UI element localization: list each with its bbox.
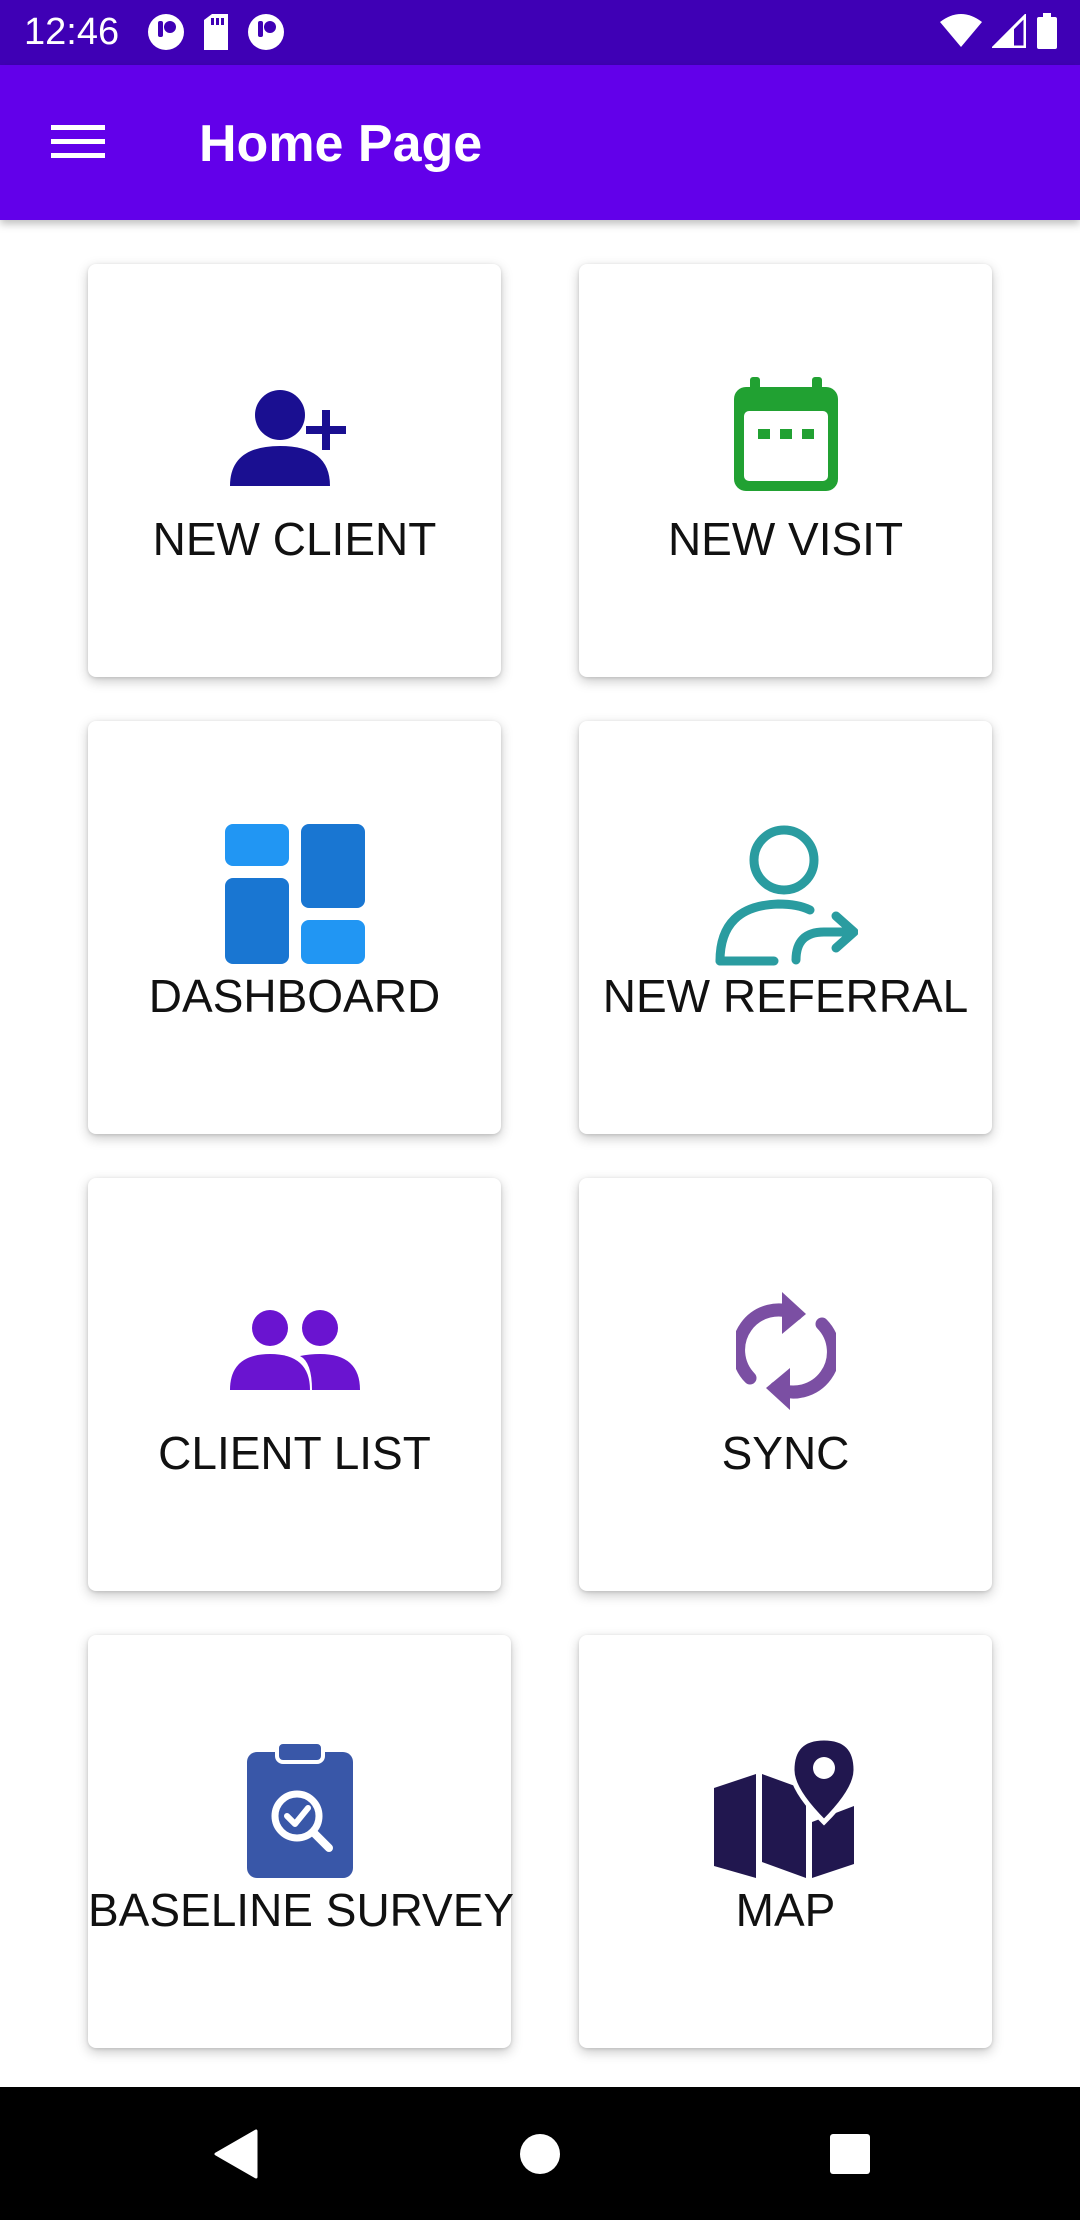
- client-list-tile[interactable]: CLIENT LIST: [88, 1178, 501, 1591]
- tile-label: CLIENT LIST: [158, 1427, 431, 1479]
- battery-icon: [1036, 13, 1058, 54]
- hamburger-menu-button[interactable]: [38, 113, 118, 173]
- baseline-survey-tile[interactable]: BASELINE SURVEY: [88, 1635, 515, 2048]
- clipboard-search-icon: [246, 1738, 353, 1878]
- status-notification-icons: [146, 12, 286, 57]
- new-client-tile[interactable]: NEW CLIENT: [88, 264, 501, 677]
- home-icon: [518, 2132, 562, 2181]
- notification-app-icon: [146, 12, 186, 57]
- wifi-icon: [940, 14, 982, 53]
- new-visit-tile[interactable]: NEW VISIT: [579, 264, 992, 677]
- hamburger-menu-icon: [51, 121, 105, 166]
- map-pin-icon: [713, 1738, 858, 1878]
- tile-label: NEW REFERRAL: [602, 970, 969, 1022]
- status-bar: 12:46: [0, 0, 1080, 65]
- people-icon: [229, 1308, 360, 1392]
- notification-app-icon: [246, 12, 286, 57]
- tile-label: NEW CLIENT: [152, 513, 437, 565]
- back-icon: [212, 2129, 258, 2184]
- tile-label: NEW VISIT: [667, 513, 904, 565]
- app-bar: Home Page: [0, 65, 1080, 220]
- recents-button[interactable]: [815, 2121, 885, 2191]
- status-time: 12:46: [24, 11, 120, 53]
- sd-card-icon: [200, 12, 232, 57]
- recents-icon: [829, 2133, 871, 2180]
- tile-label: DASHBOARD: [148, 970, 441, 1022]
- sync-icon: [735, 1286, 836, 1416]
- sync-tile[interactable]: SYNC: [579, 1178, 992, 1591]
- home-button[interactable]: [505, 2121, 575, 2191]
- dashboard-tile[interactable]: DASHBOARD: [88, 721, 501, 1134]
- tile-label: SYNC: [721, 1427, 850, 1479]
- tile-label: BASELINE SURVEY: [88, 1884, 515, 1936]
- page-title: Home Page: [199, 115, 483, 173]
- map-tile[interactable]: MAP: [579, 1635, 992, 2048]
- person-forward-icon: [714, 822, 858, 966]
- signal-icon: [990, 12, 1027, 53]
- tile-label: MAP: [735, 1884, 836, 1936]
- system-nav-bar: [0, 2087, 1080, 2220]
- new-referral-tile[interactable]: NEW REFERRAL: [579, 721, 992, 1134]
- calendar-icon: [732, 377, 840, 493]
- dashboard-icon: [224, 824, 365, 964]
- back-button[interactable]: [200, 2121, 270, 2191]
- status-system-icons: [940, 12, 1058, 54]
- add-person-icon: [229, 388, 360, 488]
